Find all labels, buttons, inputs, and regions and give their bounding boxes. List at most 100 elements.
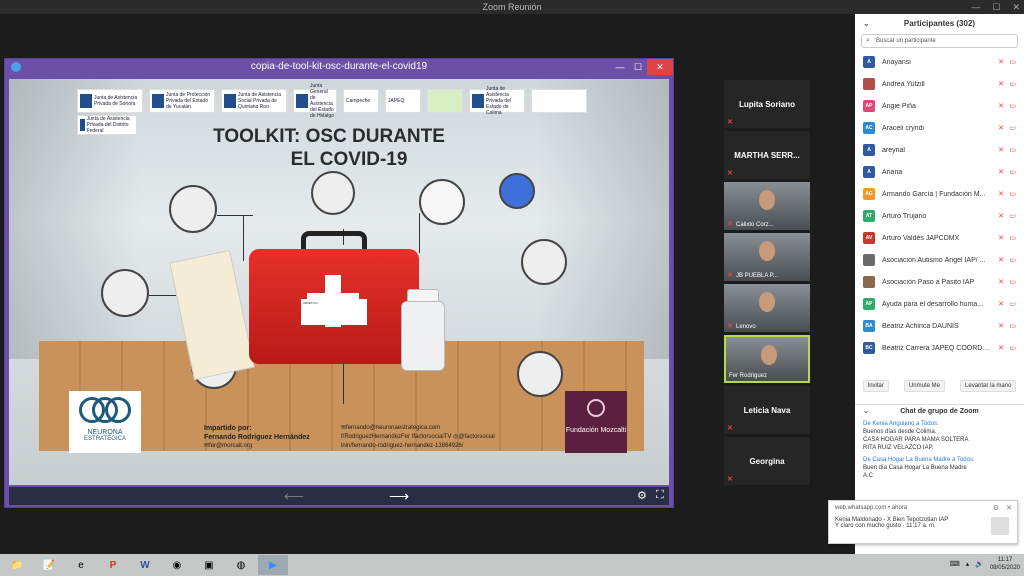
- close-icon[interactable]: ✕: [1006, 504, 1012, 512]
- shared-close-icon[interactable]: ✕: [647, 59, 673, 75]
- participant-row[interactable]: A Anayansi ✕ ▭: [855, 51, 1024, 73]
- muted-mic-icon[interactable]: ✕: [998, 212, 1004, 220]
- infographic-bubble[interactable]: [521, 239, 567, 285]
- camera-off-icon[interactable]: ▭: [1009, 278, 1016, 286]
- participant-row[interactable]: AP Angie Piña ✕ ▭: [855, 95, 1024, 117]
- camera-off-icon[interactable]: ▭: [1009, 168, 1016, 176]
- shared-minimize-icon[interactable]: —: [611, 59, 629, 75]
- prev-arrow-icon[interactable]: ⟵: [284, 488, 304, 505]
- camera-off-icon[interactable]: ▭: [1009, 256, 1016, 264]
- infographic-bubble[interactable]: [517, 351, 563, 397]
- muted-mic-icon: ✕: [727, 221, 733, 228]
- participant-row[interactable]: Aareynal ✕ ▭: [855, 139, 1024, 161]
- muted-mic-icon[interactable]: ✕: [998, 190, 1004, 198]
- notepad-icon[interactable]: 📝: [34, 555, 64, 575]
- sdg-bubble[interactable]: [419, 179, 465, 225]
- zoom-icon[interactable]: ▶: [258, 555, 288, 575]
- avatar: BA: [863, 320, 875, 332]
- participant-row[interactable]: Asociación Autismo Ángel IAP/ ... ✕ ▭: [855, 249, 1024, 271]
- internet-explorer-icon[interactable]: e: [66, 555, 96, 575]
- network-icon[interactable]: ▴: [966, 560, 970, 568]
- camera-off-icon[interactable]: ▭: [1009, 190, 1016, 198]
- fullscreen-icon[interactable]: ⛶: [656, 489, 664, 502]
- muted-mic-icon[interactable]: ✕: [998, 278, 1004, 286]
- chat-messages: De Kenia Anguiano a Todos: Buenos días d…: [863, 420, 1018, 484]
- muted-mic-icon[interactable]: ✕: [998, 322, 1004, 330]
- muted-mic-icon[interactable]: ✕: [998, 344, 1004, 352]
- infographic-bubble[interactable]: [311, 171, 355, 215]
- file-explorer-icon[interactable]: 📁: [2, 555, 32, 575]
- settings-gear-icon[interactable]: ⚙: [637, 489, 647, 502]
- camera-off-icon[interactable]: ▭: [1009, 80, 1016, 88]
- powerpoint-icon[interactable]: P: [98, 555, 128, 575]
- participant-row[interactable]: BA Beatriz Achirica DAUNIS ✕ ▭: [855, 315, 1024, 337]
- camera-off-icon[interactable]: ▭: [1009, 322, 1016, 330]
- participant-name: Arturo Trujano: [882, 212, 927, 220]
- camera-off-icon[interactable]: ▭: [1009, 300, 1016, 308]
- infographic-bubble[interactable]: [169, 185, 217, 233]
- participant-row[interactable]: AP Ayuda para el desarrollo huma... ✕ ▭: [855, 293, 1024, 315]
- chevron-down-icon[interactable]: ⌄: [863, 405, 869, 419]
- camera-off-icon[interactable]: ▭: [1009, 146, 1016, 154]
- participant-search-input[interactable]: ⌕ Buscar un participante: [861, 34, 1018, 48]
- video-tile[interactable]: Lupita Soriano ✕: [724, 80, 810, 128]
- chrome-icon[interactable]: ◉: [162, 555, 192, 575]
- muted-mic-icon[interactable]: ✕: [998, 256, 1004, 264]
- participant-row[interactable]: Asociación Paso a Pasito IAP ✕ ▭: [855, 271, 1024, 293]
- muted-mic-icon[interactable]: ✕: [998, 168, 1004, 176]
- logo-jga-hidalgo: Junta General de Asistencia del Estado d…: [293, 83, 337, 119]
- video-tile[interactable]: ✕ Calixto Corz...: [724, 182, 810, 230]
- avatar: AG: [863, 188, 875, 200]
- camera-off-icon[interactable]: ▭: [1009, 102, 1016, 110]
- window-title: Zoom Reunión: [482, 2, 542, 12]
- infographic-bubble[interactable]: [101, 269, 149, 317]
- video-tile[interactable]: Leticia Nava ✕: [724, 386, 810, 434]
- participant-row[interactable]: Andrea Yutzill ✕ ▭: [855, 73, 1024, 95]
- avatar: AV: [863, 232, 875, 244]
- close-icon[interactable]: ✕: [1012, 0, 1020, 14]
- camera-off-icon[interactable]: ▭: [1009, 212, 1016, 220]
- unmute-button[interactable]: Unmute Me: [903, 380, 945, 392]
- muted-mic-icon[interactable]: ✕: [998, 300, 1004, 308]
- participant-row[interactable]: AG Armando García | Fundación M... ✕ ▭: [855, 183, 1024, 205]
- video-tile[interactable]: MARTHA SERR... ✕: [724, 131, 810, 179]
- muted-mic-icon[interactable]: ✕: [998, 58, 1004, 66]
- invite-button[interactable]: Invitar: [862, 380, 889, 392]
- video-tile[interactable]: ✕ JB PUEBLA P...: [724, 233, 810, 281]
- gear-icon[interactable]: ⚙: [993, 504, 999, 512]
- camera-off-icon[interactable]: ▭: [1009, 124, 1016, 132]
- participant-row[interactable]: BC Beatriz Carrera JAPEQ COORDI... ✕ ▭: [855, 337, 1024, 359]
- whatsapp-notification[interactable]: ⚙ ✕ web.whatsapp.com • ahora Kenia Maldo…: [828, 500, 1018, 544]
- shared-screen-window[interactable]: copia-de-tool-kit-osc-durante-el-covid19…: [4, 58, 674, 508]
- browser-icon[interactable]: ◍: [226, 555, 256, 575]
- participant-row[interactable]: AT Arturo Trujano ✕ ▭: [855, 205, 1024, 227]
- next-arrow-icon[interactable]: ⟶: [389, 488, 409, 505]
- camera-off-icon[interactable]: ▭: [1009, 58, 1016, 66]
- participant-row[interactable]: AC Araceli cryndi ✕ ▭: [855, 117, 1024, 139]
- muted-mic-icon[interactable]: ✕: [998, 102, 1004, 110]
- word-icon[interactable]: W: [130, 555, 160, 575]
- video-tile[interactable]: ✕ Lenovo: [724, 284, 810, 332]
- avatar: [863, 254, 875, 266]
- keyboard-icon[interactable]: ⌨: [950, 560, 960, 568]
- participant-row[interactable]: A Ariana ✕ ▭: [855, 161, 1024, 183]
- camera-off-icon[interactable]: ▭: [1009, 344, 1016, 352]
- presentation-slide[interactable]: Junta de Asistencia Privada de Sonora Ju…: [9, 79, 669, 485]
- muted-mic-icon[interactable]: ✕: [998, 80, 1004, 88]
- video-tile[interactable]: Georgina ✕: [724, 437, 810, 485]
- chevron-down-icon[interactable]: ⌄: [863, 14, 870, 34]
- participant-row[interactable]: AV Arturo Valdés JAPCDMX ✕ ▭: [855, 227, 1024, 249]
- active-speaker-tile[interactable]: Fer Rodriguez: [724, 335, 810, 383]
- volume-icon[interactable]: 🔊: [975, 560, 984, 568]
- muted-mic-icon[interactable]: ✕: [998, 124, 1004, 132]
- camera-off-icon[interactable]: ▭: [1009, 234, 1016, 242]
- minimize-icon[interactable]: —: [971, 0, 980, 14]
- muted-mic-icon[interactable]: ✕: [998, 146, 1004, 154]
- app-icon[interactable]: ▣: [194, 555, 224, 575]
- clock[interactable]: 11:17 08/05/2020: [990, 556, 1020, 572]
- shared-window-title: copia-de-tool-kit-osc-durante-el-covid19: [250, 61, 428, 72]
- raise-hand-button[interactable]: Levantar la mano: [960, 380, 1017, 392]
- maximize-icon[interactable]: ☐: [992, 0, 1000, 14]
- muted-mic-icon[interactable]: ✕: [998, 234, 1004, 242]
- shared-maximize-icon[interactable]: ☐: [629, 59, 647, 75]
